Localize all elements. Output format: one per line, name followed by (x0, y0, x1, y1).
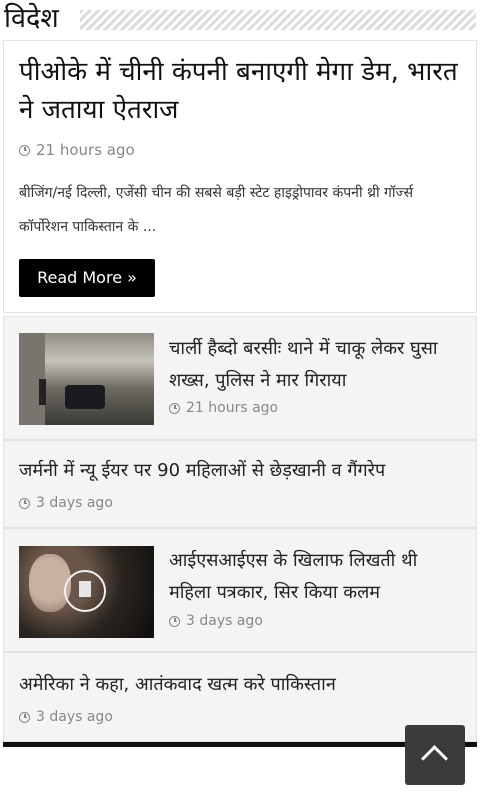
section-header: विदेश (0, 0, 480, 38)
list-item-meta: 3 days ago (19, 495, 113, 511)
list-item[interactable]: जर्मनी में न्यू ईयर पर 90 महिलाओं से छेड… (3, 440, 477, 528)
list-item-time: 3 days ago (36, 495, 113, 511)
article-thumbnail[interactable] (19, 333, 154, 425)
clock-icon (19, 497, 30, 509)
featured-article: पीओके में चीनी कंपनी बनाएगी मेगा डेम, भा… (3, 40, 477, 313)
featured-article-meta: 21 hours ago (19, 141, 135, 159)
list-item-title[interactable]: चार्ली हैब्दो बरसीः थाने में चाकू लेकर घ… (169, 333, 459, 397)
clock-icon (169, 402, 180, 414)
list-item-meta: 3 days ago (19, 709, 113, 725)
clock-icon (169, 615, 180, 627)
chevron-up-icon (421, 745, 448, 772)
article-thumbnail[interactable] (19, 546, 154, 638)
featured-article-excerpt: बीजिंग/नई दिल्ली, एजेंसी चीन की सबसे बड़… (19, 185, 414, 235)
clock-icon (19, 144, 30, 156)
list-item-time: 21 hours ago (186, 400, 279, 416)
section-stripe-divider (80, 10, 476, 30)
list-item-time: 3 days ago (36, 709, 113, 725)
thumbnail-person (39, 379, 46, 405)
list-item-meta: 3 days ago (169, 613, 263, 629)
read-more-button[interactable]: Read More » (19, 259, 155, 297)
list-item-title[interactable]: अमेरिका ने कहा, आतंकवाद खत्म करे पाकिस्त… (19, 669, 459, 701)
section-title: विदेश (4, 0, 69, 38)
list-item[interactable]: आईएसआईएस के खिलाफ लिखती थी महिला पत्रकार… (3, 528, 477, 652)
list-item-title[interactable]: आईएसआईएस के खिलाफ लिखती थी महिला पत्रकार… (169, 545, 459, 609)
thumbnail-car (65, 385, 105, 409)
featured-article-title[interactable]: पीओके में चीनी कंपनी बनाएगी मेगा डेम, भा… (19, 53, 459, 129)
list-item-title[interactable]: जर्मनी में न्यू ईयर पर 90 महिलाओं से छेड… (19, 455, 459, 487)
featured-article-time: 21 hours ago (36, 141, 135, 159)
list-item-time: 3 days ago (186, 613, 263, 629)
scroll-to-top-button[interactable] (405, 725, 465, 785)
clock-icon (19, 711, 30, 723)
document-icon (64, 570, 106, 612)
list-item-meta: 21 hours ago (169, 400, 278, 416)
list-item[interactable]: चार्ली हैब्दो बरसीः थाने में चाकू लेकर घ… (3, 316, 477, 440)
